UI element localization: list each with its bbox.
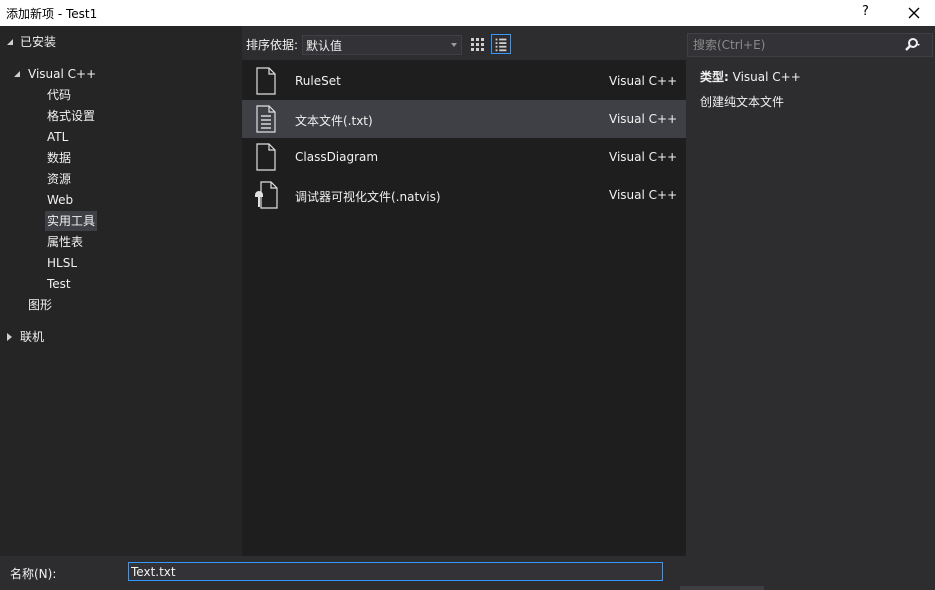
- template-name: RuleSet: [295, 74, 341, 88]
- search-box: [687, 33, 933, 57]
- template-name: ClassDiagram: [295, 150, 379, 164]
- blank-file-icon: [256, 67, 276, 95]
- category-tree: 已安装 Visual C++ 代码 格式设置 ATL 数据 资源 Web 实用工…: [0, 26, 242, 556]
- natvis-file-icon: [255, 181, 278, 209]
- blank-file-icon: [256, 143, 276, 171]
- grid-view-icon[interactable]: [467, 34, 487, 54]
- template-name: 文本文件(.txt): [295, 114, 373, 128]
- name-label: 名称(N):: [10, 567, 57, 581]
- tree-item-atl[interactable]: ATL: [47, 127, 68, 147]
- tree-item-code[interactable]: 代码: [47, 85, 71, 105]
- tree-item-resource[interactable]: 资源: [47, 169, 71, 189]
- tree-node-graphics[interactable]: 图形: [28, 295, 52, 315]
- template-category: Visual C++: [609, 112, 678, 126]
- collapsed-arrow-icon: [7, 333, 12, 341]
- tree-item-web[interactable]: Web: [47, 190, 73, 210]
- sort-label: 排序依据:: [246, 38, 299, 52]
- template-name: 调试器可视化文件(.natvis): [295, 190, 441, 204]
- template-item-ruleset[interactable]: RuleSet Visual C++: [242, 62, 686, 100]
- window-title: 添加新项 - Test1: [6, 7, 98, 21]
- template-description: 创建纯文本文件: [700, 95, 785, 109]
- help-button[interactable]: ?: [862, 4, 869, 19]
- chevron-down-icon: [451, 43, 457, 47]
- name-input[interactable]: [131, 564, 656, 579]
- close-icon[interactable]: [904, 3, 924, 23]
- tree-node-label: Visual C++: [28, 67, 97, 81]
- template-item-class-diagram[interactable]: ClassDiagram Visual C++: [242, 138, 686, 176]
- sort-dropdown[interactable]: 默认值: [302, 35, 462, 55]
- tree-node-label: 已安装: [20, 35, 57, 49]
- template-list: RuleSet Visual C++ 文本文件(.txt) Visual C++…: [242, 60, 686, 556]
- template-category: Visual C++: [609, 150, 678, 164]
- template-item-text-file[interactable]: 文本文件(.txt) Visual C++: [242, 100, 686, 138]
- tree-item-test[interactable]: Test: [47, 274, 71, 294]
- text-file-icon: [256, 105, 276, 133]
- type-label: 类型:: [700, 70, 729, 84]
- tree-item-formatting[interactable]: 格式设置: [47, 106, 95, 126]
- search-input[interactable]: [691, 36, 895, 54]
- button-edge: [680, 586, 764, 590]
- type-info: 类型: Visual C++: [700, 68, 801, 85]
- template-category: Visual C++: [609, 74, 678, 88]
- expanded-arrow-icon: [14, 71, 20, 77]
- search-icon[interactable]: [904, 37, 920, 53]
- type-value: Visual C++: [732, 70, 801, 84]
- tree-node-label: 联机: [20, 330, 45, 344]
- template-category: Visual C++: [609, 188, 678, 202]
- sort-value: 默认值: [306, 39, 343, 53]
- expanded-arrow-icon: [7, 39, 13, 45]
- tree-item-utility[interactable]: 实用工具: [45, 211, 98, 231]
- title-bar: 添加新项 - Test1 ?: [0, 0, 935, 26]
- name-input-box: [128, 562, 663, 581]
- template-item-natvis[interactable]: 调试器可视化文件(.natvis) Visual C++: [242, 176, 686, 214]
- tree-item-property-sheets[interactable]: 属性表: [47, 232, 83, 252]
- tree-item-data[interactable]: 数据: [47, 148, 71, 168]
- list-view-icon[interactable]: [491, 34, 511, 54]
- tree-item-hlsl[interactable]: HLSL: [47, 253, 77, 273]
